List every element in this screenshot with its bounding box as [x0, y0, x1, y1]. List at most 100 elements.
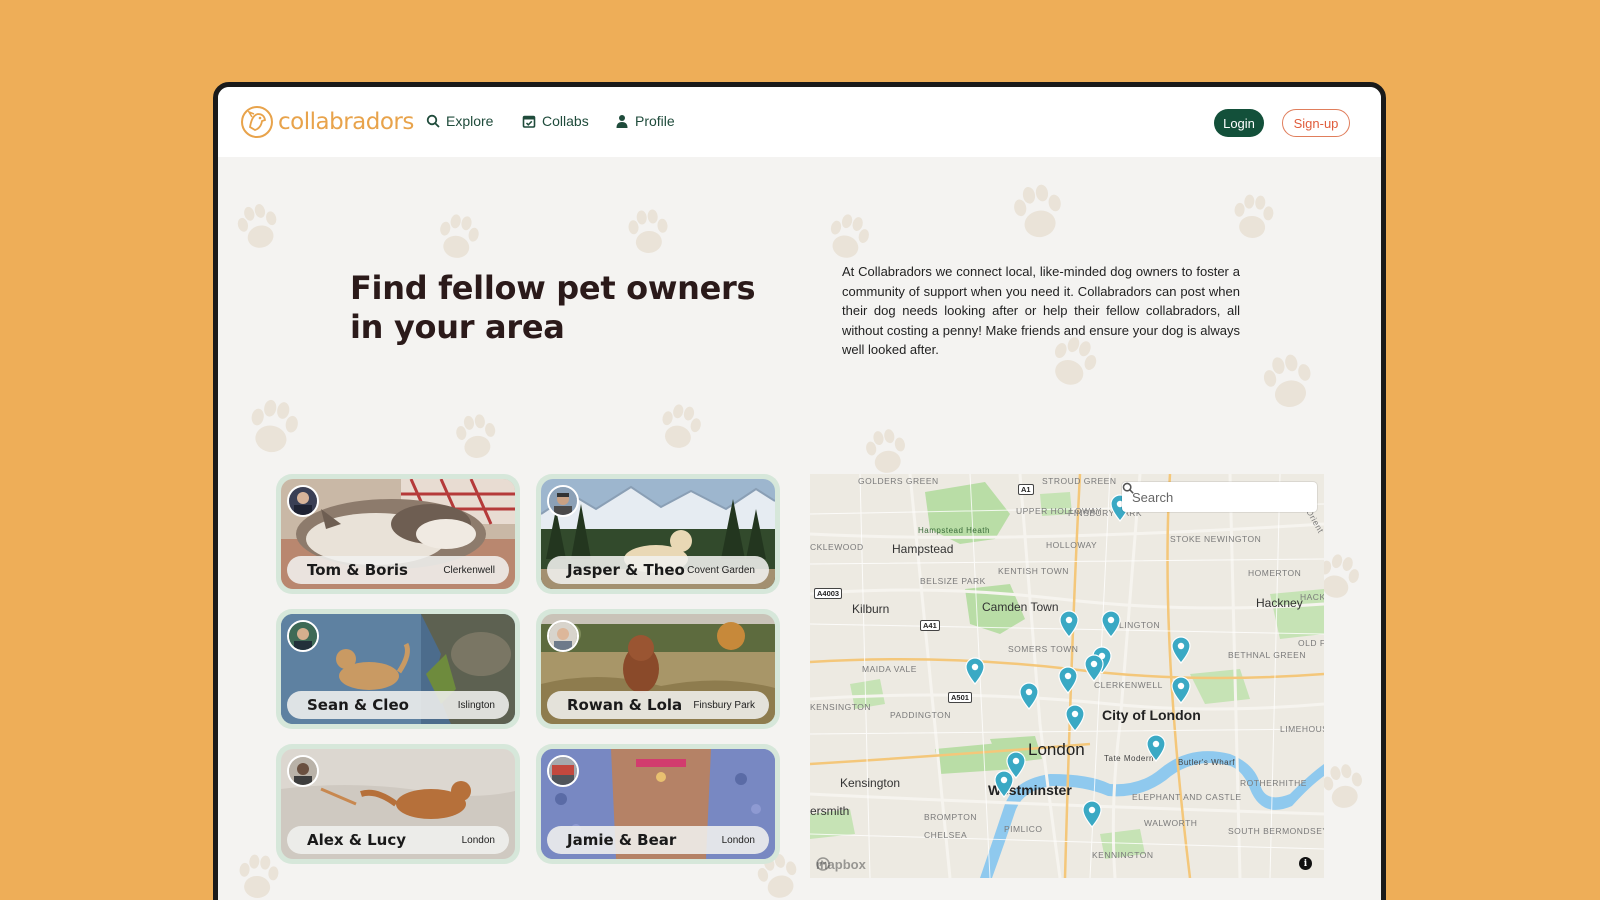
map-label: KENSINGTON [810, 702, 872, 712]
map-label: ELEPHANT AND CASTLE [1132, 792, 1242, 802]
map-label: CHELSEA [924, 830, 968, 840]
map-label: MAIDA VALE [862, 664, 917, 674]
map-label: HOLLOWAY [1046, 540, 1098, 550]
collabrador-card[interactable]: Sean & Cleo Islington [276, 609, 520, 729]
card-location: London [721, 834, 755, 846]
map-label: Hampstead [892, 542, 954, 556]
mapbox-attribution[interactable]: mapbox [816, 857, 866, 872]
map-label: STOKE NEWINGTON [1170, 534, 1262, 544]
dog-logo-icon [241, 106, 273, 138]
map-label: PADDINGTON [890, 710, 951, 720]
nav-profile-label: Profile [635, 113, 675, 129]
card-location: London [461, 834, 495, 846]
map-search-box[interactable] [1122, 482, 1317, 512]
owner-avatar [547, 620, 579, 652]
card-label: Alex & Lucy London [287, 826, 509, 854]
map-label: Kensington [840, 776, 901, 790]
card-names: Jasper & Theo [567, 561, 685, 579]
card-location: Covent Garden [687, 564, 755, 576]
map-label: Hampstead Heath [918, 526, 990, 535]
map-pin-icon[interactable] [1101, 610, 1121, 638]
map-label: LIMEHOUSE [1280, 724, 1324, 734]
map-pin-icon[interactable] [1065, 704, 1085, 732]
owner-avatar [547, 485, 579, 517]
map-label: Hackney [1256, 596, 1303, 610]
search-icon [1122, 482, 1134, 494]
top-nav: collabradors Explore Collabs Profile Log… [218, 87, 1381, 157]
map-pin-icon[interactable] [1084, 654, 1104, 682]
map-label: ersmith [810, 804, 850, 818]
map-label: BROMPTON [924, 812, 977, 822]
map-pin-icon[interactable] [965, 657, 985, 685]
card-names: Sean & Cleo [307, 696, 409, 714]
card-names: Tom & Boris [307, 561, 408, 579]
hero-title-line1: Find fellow pet owners [350, 269, 756, 307]
map-search-input[interactable] [1132, 489, 1282, 505]
map-label: WALWORTH [1144, 818, 1198, 828]
map-label: HOMERTON [1248, 568, 1302, 578]
map-label: PIMLICO [1004, 824, 1043, 834]
map-pin-icon[interactable] [1146, 734, 1166, 762]
map-label: BETHNAL GREEN [1228, 650, 1306, 660]
card-label: Tom & Boris Clerkenwell [287, 556, 509, 584]
road-tag: A41 [920, 620, 940, 631]
login-button[interactable]: Login [1214, 109, 1264, 137]
nav-collabs[interactable]: Collabs [522, 113, 589, 129]
app-window: collabradors Explore Collabs Profile Log… [213, 82, 1386, 900]
card-location: Clerkenwell [443, 564, 495, 576]
location-map[interactable]: GOLDERS GREEN UPPER HOLLOWAY HOLLOWAY ST… [810, 474, 1324, 878]
card-label: Jasper & Theo Covent Garden [547, 556, 769, 584]
collabrador-card[interactable]: Rowan & Lola Finsbury Park [536, 609, 780, 729]
user-icon [616, 115, 628, 128]
map-label: KENTISH TOWN [998, 566, 1069, 576]
owner-avatar [287, 620, 319, 652]
card-label: Sean & Cleo Islington [287, 691, 509, 719]
map-label: ROTHERHITHE [1240, 778, 1307, 788]
map-label: Butler's Wharf [1178, 758, 1235, 767]
collabrador-card[interactable]: Alex & Lucy London [276, 744, 520, 864]
collabrador-card[interactable]: Jamie & Bear London [536, 744, 780, 864]
map-label: KENNINGTON [1092, 850, 1154, 860]
map-label: OLD FO [1298, 638, 1324, 648]
map-label: London [1028, 740, 1085, 759]
map-label: City of London [1102, 707, 1201, 723]
map-pin-icon[interactable] [994, 770, 1014, 798]
owner-avatar [547, 755, 579, 787]
map-label: BELSIZE PARK [920, 576, 986, 586]
owner-avatar [287, 485, 319, 517]
map-label: GOLDERS GREEN [858, 476, 939, 486]
nav-explore[interactable]: Explore [426, 113, 493, 129]
calendar-icon [522, 115, 536, 128]
map-pin-icon[interactable] [1171, 676, 1191, 704]
card-names: Jamie & Bear [567, 831, 677, 849]
hero-description: At Collabradors we connect local, like-m… [842, 264, 1240, 357]
card-location: Finsbury Park [693, 699, 755, 711]
card-label: Rowan & Lola Finsbury Park [547, 691, 769, 719]
map-pin-icon[interactable] [1019, 682, 1039, 710]
road-tag: A1 [1018, 484, 1034, 495]
card-location: Islington [457, 699, 495, 711]
map-pin-icon[interactable] [1058, 666, 1078, 694]
nav-explore-label: Explore [446, 113, 494, 129]
brand-logo[interactable]: collabradors [240, 105, 414, 139]
map-label: Kilburn [852, 602, 890, 616]
map-label: SOUTH BERMONDSEY [1228, 826, 1324, 836]
signup-button[interactable]: Sign-up [1282, 109, 1350, 137]
road-tag: A501 [948, 692, 972, 703]
map-label: CLERKENWELL [1094, 680, 1163, 690]
map-pin-icon[interactable] [1171, 636, 1191, 664]
card-names: Alex & Lucy [307, 831, 407, 849]
map-label: SOMERS TOWN [1008, 644, 1079, 654]
nav-profile[interactable]: Profile [615, 113, 675, 129]
map-pin-icon[interactable] [1082, 800, 1102, 828]
nav-collabs-label: Collabs [542, 113, 589, 129]
brand-name: collabradors [278, 109, 414, 135]
map-label: CKLEWOOD [810, 542, 864, 552]
search-icon [426, 114, 440, 128]
info-icon[interactable]: i [1299, 857, 1312, 870]
map-label: HACKN [1300, 592, 1324, 602]
map-pin-icon[interactable] [1059, 610, 1079, 638]
collabrador-card[interactable]: Tom & Boris Clerkenwell [276, 474, 520, 594]
collabrador-card[interactable]: Jasper & Theo Covent Garden [536, 474, 780, 594]
card-names: Rowan & Lola [567, 696, 683, 714]
